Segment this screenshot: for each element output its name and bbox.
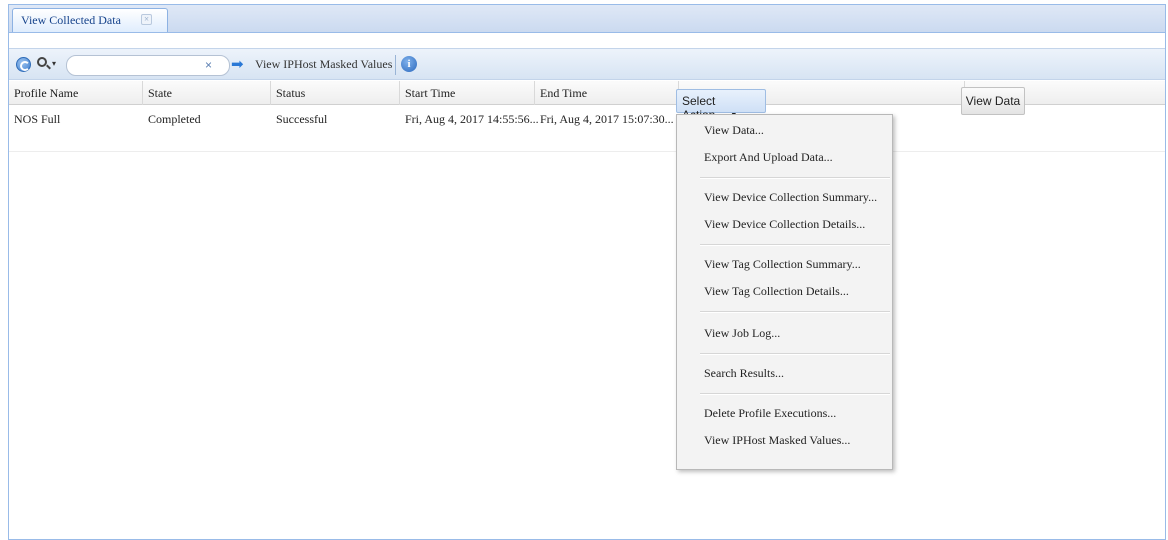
menu-separator <box>700 244 890 246</box>
column-header-state[interactable]: State <box>143 81 271 105</box>
search-options-icon[interactable]: ▾ <box>37 55 61 73</box>
cell-end-time: Fri, Aug 4, 2017 15:07:30... <box>540 112 674 126</box>
tab-strip: View Collected Data × <box>8 4 1166 33</box>
menu-item-export-upload-data[interactable]: Export And Upload Data... <box>677 145 892 169</box>
view-data-button[interactable]: View Data <box>961 87 1025 115</box>
column-header-status[interactable]: Status <box>271 81 400 105</box>
column-header-profile-name[interactable]: Profile Name <box>9 81 143 105</box>
menu-item-device-collection-summary[interactable]: View Device Collection Summary... <box>677 185 892 209</box>
menu-item-device-collection-details[interactable]: View Device Collection Details... <box>677 212 892 236</box>
menu-item-tag-collection-summary[interactable]: View Tag Collection Summary... <box>677 252 892 276</box>
cell-status: Successful <box>276 112 328 126</box>
clear-search-icon[interactable]: × <box>205 58 217 72</box>
menu-item-delete-profile-executions[interactable]: Delete Profile Executions... <box>677 401 892 425</box>
cell-profile-name: NOS Full <box>14 112 61 126</box>
menu-separator <box>700 353 890 355</box>
menu-separator <box>700 177 890 179</box>
arrow-right-icon[interactable]: ➡ <box>231 56 247 72</box>
column-header-end-time[interactable]: End Time <box>535 81 679 105</box>
menu-item-view-job-log[interactable]: View Job Log... <box>677 321 892 345</box>
cell-start-time: Fri, Aug 4, 2017 14:55:56... <box>405 112 539 126</box>
refresh-icon[interactable] <box>16 57 31 72</box>
select-action-button[interactable]: Select Action...▼ <box>676 89 766 122</box>
menu-item-view-iphost-masked-values[interactable]: View IPHost Masked Values... <box>677 428 892 452</box>
menu-separator <box>700 311 890 313</box>
toolbar-separator <box>395 55 396 75</box>
menu-item-view-data[interactable]: View Data... <box>677 118 892 142</box>
info-icon[interactable]: i <box>401 56 417 72</box>
cell-state: Completed <box>148 112 201 126</box>
tab-label: View Collected Data <box>21 13 121 27</box>
menu-separator <box>700 393 890 395</box>
close-icon[interactable]: × <box>141 14 152 25</box>
view-iphost-masked-values-button[interactable]: View IPHost Masked Values <box>255 57 392 72</box>
toolbar: ▾ × ➡ View IPHost Masked Values i <box>9 48 1165 80</box>
column-header-start-time[interactable]: Start Time <box>400 81 535 105</box>
menu-item-search-results[interactable]: Search Results... <box>677 361 892 385</box>
tab-view-collected-data[interactable]: View Collected Data × <box>12 8 168 33</box>
menu-item-tag-collection-details[interactable]: View Tag Collection Details... <box>677 279 892 303</box>
actions-menu: View Data... Export And Upload Data... V… <box>676 114 893 470</box>
